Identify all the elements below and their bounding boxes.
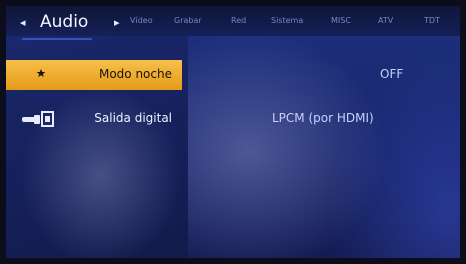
tv-settings-screen: ◂ Audio ▸ Vídeo Grabar Red Sistema MISC … bbox=[6, 6, 460, 258]
menu-title: Audio bbox=[40, 12, 89, 32]
title-underline bbox=[22, 38, 92, 40]
setting-row-salida-digital[interactable]: Salida digital bbox=[6, 104, 182, 134]
left-arrow-icon[interactable]: ◂ bbox=[20, 16, 26, 29]
tab-grabar[interactable]: Grabar bbox=[174, 16, 202, 25]
setting-value-salida-digital[interactable]: LPCM (por HDMI) bbox=[272, 111, 374, 125]
tab-atv[interactable]: ATV bbox=[378, 16, 393, 25]
tab-sistema[interactable]: Sistema bbox=[271, 16, 303, 25]
setting-label: Salida digital bbox=[94, 111, 172, 125]
values-pane bbox=[188, 32, 460, 258]
tab-video[interactable]: Vídeo bbox=[130, 16, 153, 25]
digital-output-icon bbox=[22, 111, 54, 127]
tab-red[interactable]: Red bbox=[231, 16, 246, 25]
tab-tdt[interactable]: TDT bbox=[424, 16, 440, 25]
setting-label: Modo noche bbox=[98, 67, 172, 81]
setting-row-modo-noche[interactable]: Modo noche bbox=[6, 60, 182, 90]
setting-value-modo-noche[interactable]: OFF bbox=[380, 67, 403, 81]
moon-star-icon bbox=[30, 67, 46, 83]
menu-header: ◂ Audio ▸ Vídeo Grabar Red Sistema MISC … bbox=[6, 6, 460, 36]
right-arrow-icon[interactable]: ▸ bbox=[114, 16, 120, 29]
tab-misc[interactable]: MISC bbox=[331, 16, 351, 25]
